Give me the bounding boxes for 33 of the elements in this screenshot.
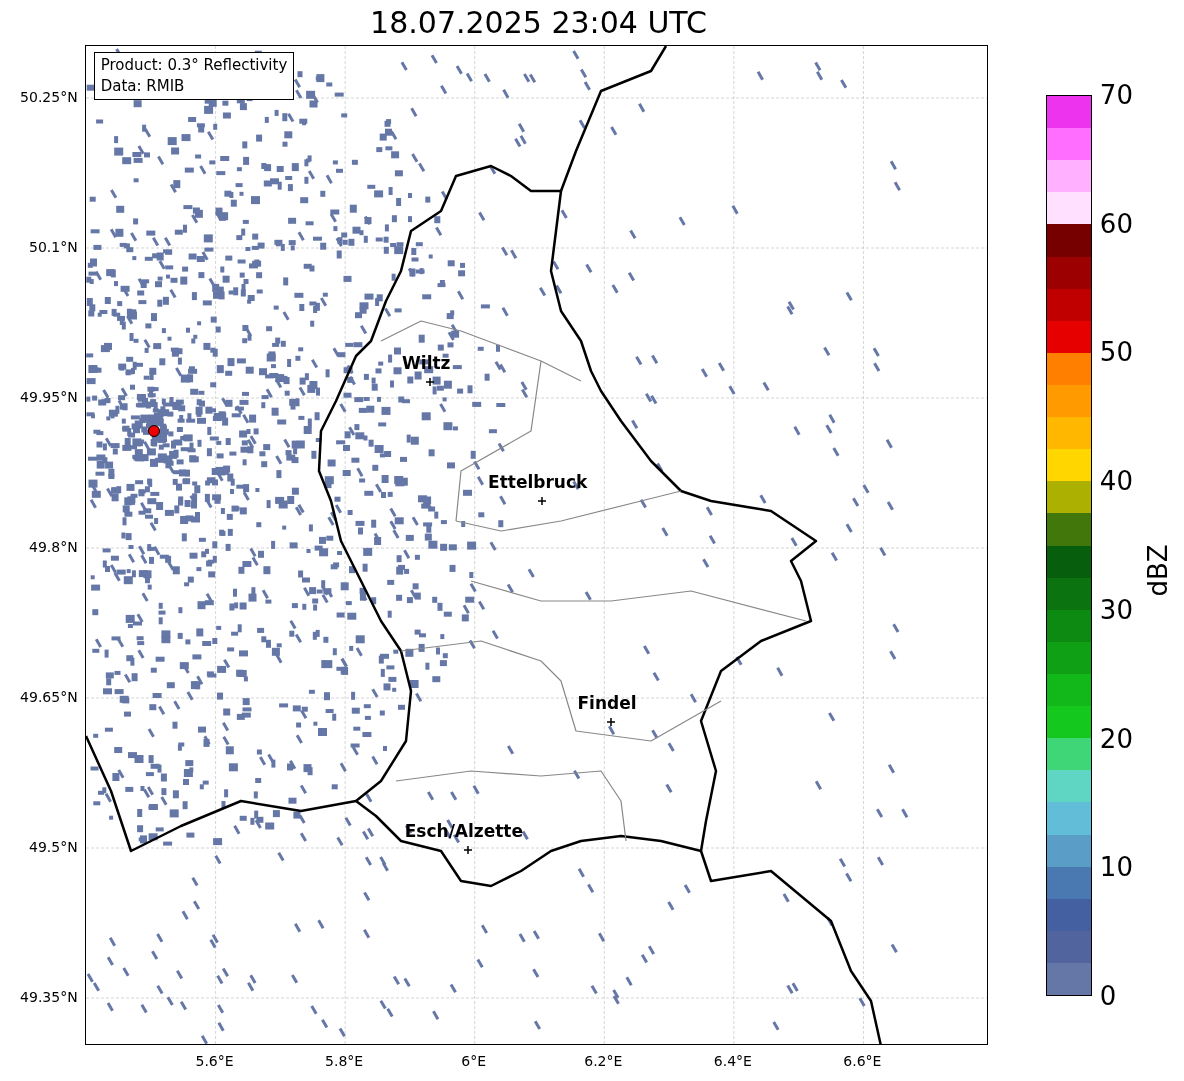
latitude-label: 50.25°N (20, 87, 78, 107)
city-label: Ettelbruck (488, 470, 588, 494)
city-label: Wiltz (402, 351, 451, 375)
longitude-label: 5.8°E (325, 1052, 364, 1071)
city-marker-icon (463, 846, 472, 854)
colorbar-tick-label: 60 (1099, 210, 1133, 237)
city-label: Findel (577, 691, 637, 715)
longitude-label: 6°E (461, 1052, 487, 1071)
city-marker-icon (607, 718, 616, 726)
longitude-label: 6.2°E (584, 1052, 623, 1071)
colorbar-tick-label: 30 (1099, 596, 1133, 623)
colorbar-label: dBZ (1141, 543, 1174, 597)
colorbar-tick-label: 50 (1099, 339, 1133, 366)
city-marker-icon (426, 378, 435, 386)
longitude-label: 6.4°E (713, 1052, 752, 1071)
colorbar-tick-label: 40 (1099, 468, 1133, 495)
latitude-label: 50.1°N (29, 237, 78, 257)
latitude-label: 49.65°N (20, 687, 78, 707)
city-marker-icon (537, 497, 546, 505)
longitude-label: 5.6°E (195, 1052, 234, 1071)
colorbar-tick-label: 0 (1099, 983, 1117, 1009)
latitude-label: 49.95°N (20, 387, 78, 407)
latitude-label: 49.35°N (20, 987, 78, 1007)
longitude-label: 6.6°E (843, 1052, 882, 1071)
latitude-label: 49.5°N (29, 837, 78, 857)
colorbar-tick-label: 70 (1099, 82, 1133, 108)
colorbar-tick-label: 10 (1099, 854, 1133, 881)
radar-site-icon (147, 424, 162, 438)
chart-title: 18.07.2025 23:04 UTC (369, 4, 708, 42)
legend-text: Product: 0.3° Reflectivity (100, 55, 288, 76)
latitude-label: 49.8°N (29, 537, 78, 557)
legend-text: Data: RMIB (100, 76, 186, 97)
colorbar-tick-label: 20 (1099, 725, 1133, 752)
